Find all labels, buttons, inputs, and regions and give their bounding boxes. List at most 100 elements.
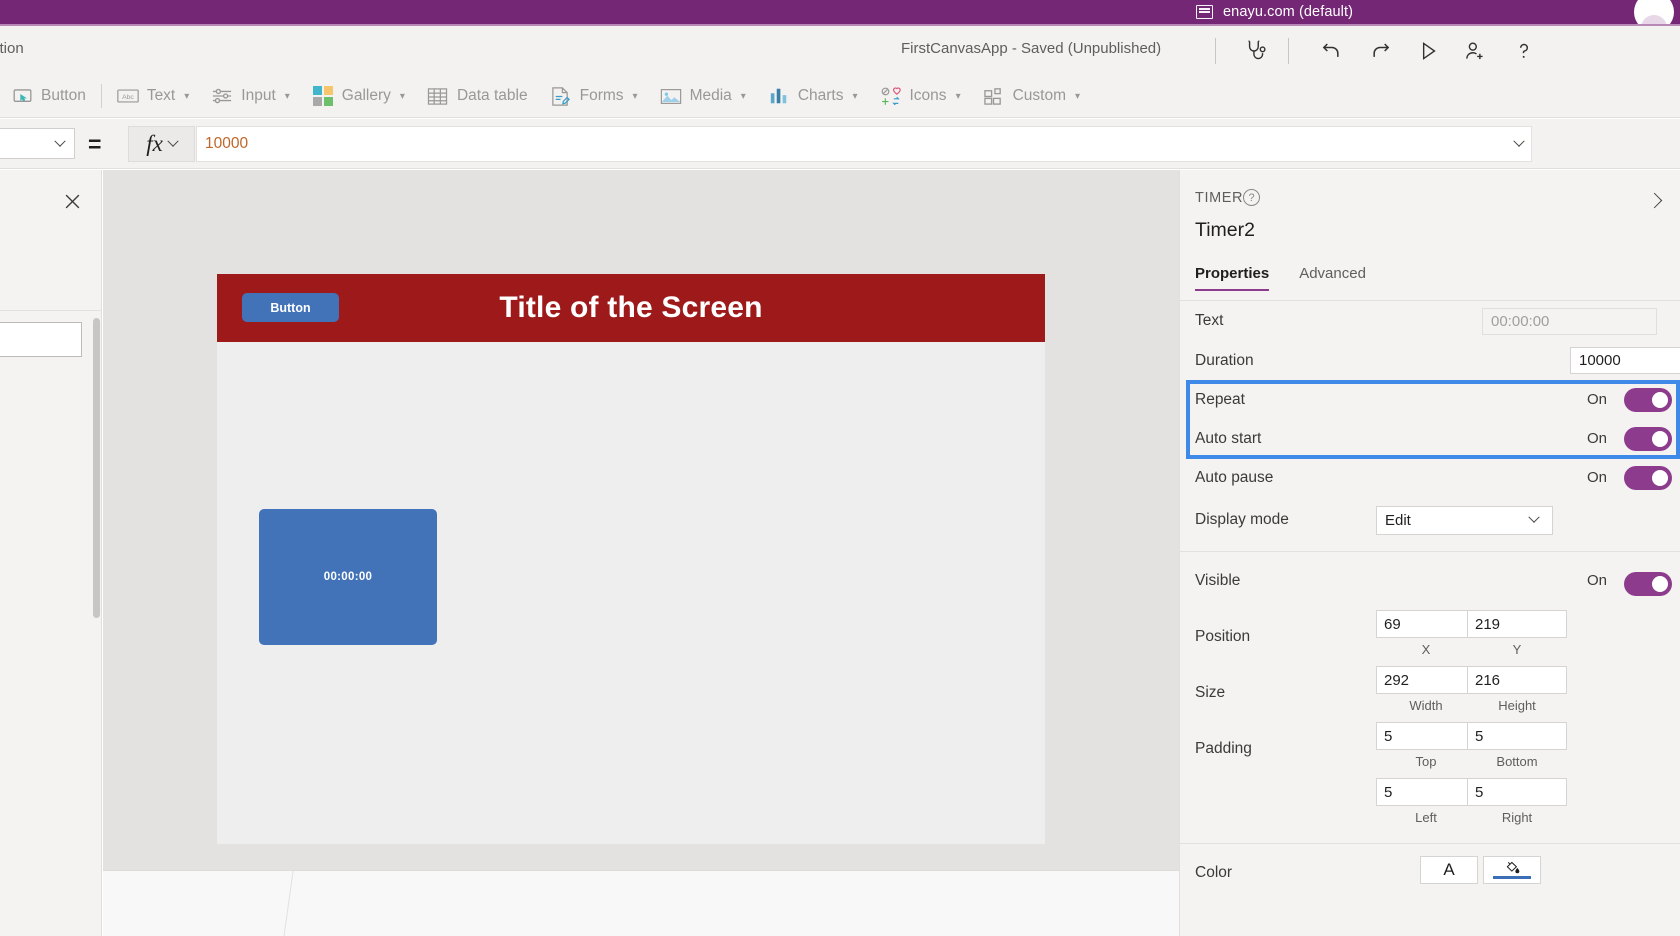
ribbon-item-gallery[interactable]: Gallery ▾ bbox=[301, 75, 416, 118]
property-label: Position bbox=[1195, 628, 1251, 645]
undo-icon[interactable] bbox=[1308, 26, 1356, 75]
text-color-glyph: A bbox=[1443, 860, 1455, 879]
chevron-right-icon[interactable] bbox=[1644, 190, 1664, 210]
ribbon-item-label: Icons bbox=[909, 87, 947, 104]
size-width-sublabel: Width bbox=[1409, 698, 1443, 713]
property-selector[interactable] bbox=[0, 128, 75, 159]
input-sliders-icon bbox=[211, 85, 233, 107]
property-row-auto-pause: Auto pause On bbox=[1180, 458, 1680, 497]
ribbon-divider bbox=[100, 84, 102, 108]
icons-shapes-icon bbox=[880, 85, 902, 107]
ribbon-item-media[interactable]: Media ▾ bbox=[649, 75, 757, 118]
fx-button[interactable]: fx bbox=[128, 126, 195, 162]
equals-sign: = bbox=[88, 131, 102, 157]
ribbon-item-forms[interactable]: Forms ▾ bbox=[539, 75, 649, 118]
ribbon-item-custom[interactable]: Custom ▾ bbox=[972, 75, 1091, 118]
property-label: Auto pause bbox=[1195, 468, 1274, 486]
chevron-down-icon: ▾ bbox=[184, 90, 190, 102]
preview-icon[interactable] bbox=[1404, 26, 1452, 75]
duration-value-field[interactable]: 10000 bbox=[1570, 347, 1680, 374]
position-x-sublabel: X bbox=[1421, 642, 1431, 657]
toggle-state-label: On bbox=[1586, 572, 1607, 589]
text-color-button[interactable]: A bbox=[1420, 856, 1478, 884]
ribbon-item-label: Gallery bbox=[341, 87, 391, 104]
padding-left-input[interactable]: 5 bbox=[1376, 778, 1476, 806]
left-panel-scrollbar[interactable] bbox=[93, 318, 100, 618]
toggle-state-label: On bbox=[1586, 391, 1607, 408]
visible-toggle[interactable] bbox=[1624, 572, 1672, 596]
canvas-button[interactable]: Button bbox=[242, 293, 339, 322]
display-mode-select[interactable]: Edit bbox=[1376, 505, 1553, 535]
chevron-down-icon: ▾ bbox=[1075, 90, 1081, 102]
chevron-down-icon: ▾ bbox=[399, 90, 405, 102]
property-row-display-mode: Display mode Edit bbox=[1180, 497, 1680, 543]
property-row-duration: Duration 10000 bbox=[1180, 341, 1680, 380]
properties-panel-header: TIMER ? Timer2 bbox=[1180, 170, 1680, 265]
timer-control[interactable]: 00:00:00 bbox=[259, 509, 437, 645]
close-icon[interactable] bbox=[60, 189, 84, 213]
chevron-down-icon bbox=[1528, 511, 1540, 523]
property-row-color: Color A bbox=[1180, 844, 1680, 900]
size-height-input[interactable]: 216 bbox=[1467, 666, 1567, 694]
padding-bottom-input[interactable]: 5 bbox=[1467, 722, 1567, 750]
top-environment-bar: enayu.com (default) bbox=[0, 0, 1680, 32]
ribbon-item-charts[interactable]: Charts ▾ bbox=[757, 75, 869, 118]
tab-properties[interactable]: Properties bbox=[1195, 265, 1270, 291]
text-value-field[interactable]: 00:00:00 bbox=[1482, 307, 1657, 335]
forms-icon bbox=[550, 85, 572, 107]
fx-label: fx bbox=[146, 131, 163, 156]
position-x-input[interactable]: 69 bbox=[1376, 610, 1476, 638]
chevron-down-icon: ▾ bbox=[955, 90, 961, 102]
ribbon-item-label: Forms bbox=[579, 87, 624, 104]
ribbon-item-button[interactable]: Button bbox=[0, 75, 97, 118]
ribbon-item-data-table[interactable]: Data table bbox=[416, 75, 539, 118]
property-row-visible: Visible On bbox=[1180, 552, 1680, 609]
fill-color-button[interactable] bbox=[1483, 856, 1541, 884]
redo-icon[interactable] bbox=[1356, 26, 1404, 75]
padding-right-input[interactable]: 5 bbox=[1467, 778, 1567, 806]
property-row-repeat: Repeat On bbox=[1180, 380, 1680, 419]
screen-title: Title of the Screen bbox=[499, 291, 763, 324]
toggle-state-label: On bbox=[1586, 430, 1607, 447]
screen-header-bar: Title of the Screen Button bbox=[217, 274, 1045, 342]
tab-advanced[interactable]: Advanced bbox=[1299, 265, 1366, 291]
property-label: Text bbox=[1195, 312, 1224, 329]
share-icon[interactable] bbox=[1451, 26, 1499, 75]
insert-menu-label[interactable]: ction bbox=[0, 40, 24, 57]
app-screen[interactable]: Title of the Screen Button 00:00:00 bbox=[217, 274, 1045, 844]
property-row-position: Position 69 X 219 Y bbox=[1180, 609, 1680, 665]
ribbon-item-input[interactable]: Input ▾ bbox=[200, 75, 301, 118]
property-row-size: Size 292 Width 216 Height bbox=[1180, 665, 1680, 721]
ribbon-item-text[interactable]: Abc Text ▾ bbox=[106, 75, 200, 118]
property-label: Size bbox=[1195, 684, 1226, 701]
position-y-input[interactable]: 219 bbox=[1467, 610, 1567, 638]
custom-grid-icon bbox=[983, 85, 1005, 107]
auto-pause-toggle[interactable] bbox=[1624, 465, 1672, 490]
environment-indicator[interactable]: enayu.com (default) bbox=[1196, 0, 1353, 24]
ribbon-item-icons[interactable]: Icons ▾ bbox=[869, 75, 972, 118]
properties-tabs: Properties Advanced bbox=[1180, 265, 1680, 301]
app-checker-icon[interactable] bbox=[1231, 26, 1279, 75]
ribbon-item-label: Media bbox=[689, 87, 732, 104]
help-circle-icon[interactable]: ? bbox=[1243, 189, 1260, 206]
auto-start-toggle[interactable] bbox=[1624, 426, 1672, 451]
property-label: Padding bbox=[1195, 740, 1252, 757]
canvas-area[interactable]: Title of the Screen Button 00:00:00 bbox=[103, 170, 1245, 870]
search-input[interactable] bbox=[0, 322, 82, 357]
property-row-auto-start: Auto start On bbox=[1180, 419, 1680, 458]
ribbon-item-label: Data table bbox=[456, 87, 528, 104]
help-icon[interactable] bbox=[1500, 26, 1548, 75]
size-width-input[interactable]: 292 bbox=[1376, 666, 1476, 694]
formula-input[interactable]: 10000 bbox=[196, 126, 1532, 162]
svg-text:Abc: Abc bbox=[122, 94, 134, 101]
padding-bottom-sublabel: Bottom bbox=[1496, 754, 1538, 769]
ribbon-item-label: Charts bbox=[797, 87, 844, 104]
padding-top-input[interactable]: 5 bbox=[1376, 722, 1476, 750]
fill-color-swatch bbox=[1493, 876, 1531, 879]
formula-expand-button[interactable] bbox=[1505, 126, 1533, 162]
repeat-toggle[interactable] bbox=[1624, 387, 1672, 412]
charts-bar-icon bbox=[768, 85, 790, 107]
media-image-icon bbox=[660, 85, 682, 107]
property-label: Display mode bbox=[1195, 511, 1289, 528]
chevron-down-icon: ▾ bbox=[284, 90, 290, 102]
